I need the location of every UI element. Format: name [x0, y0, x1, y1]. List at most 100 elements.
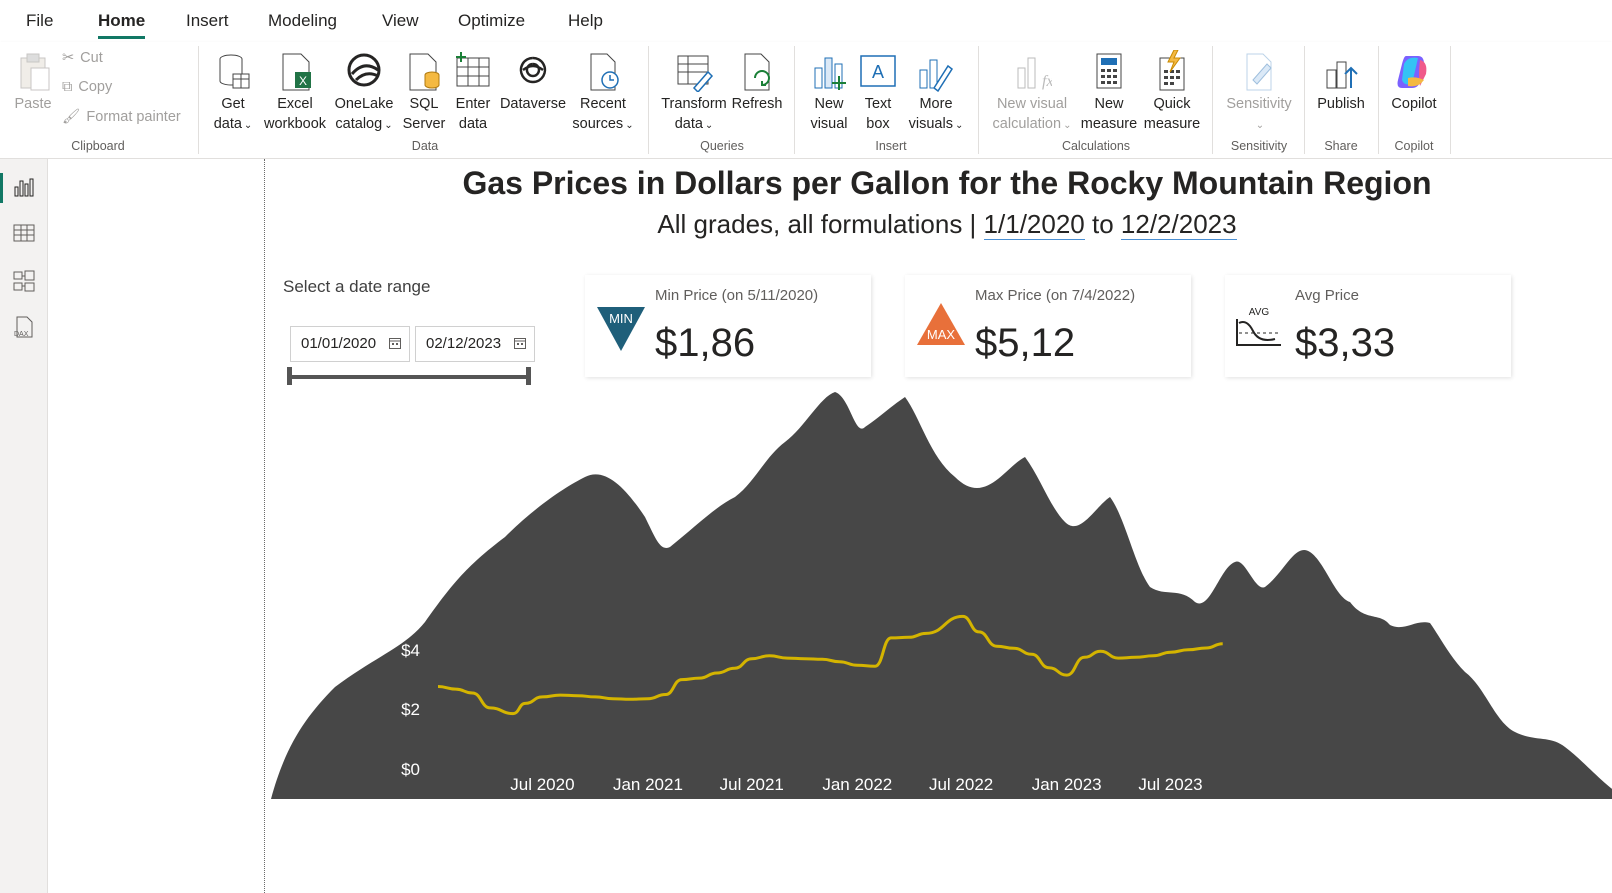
format-painter-button[interactable]: 🖌 Format painter [62, 108, 181, 126]
excel-label-1: Excel [277, 96, 313, 112]
recent-label-1: Recent [580, 96, 626, 112]
sql-server-button[interactable]: SQL Server [400, 50, 448, 134]
report-view-icon[interactable] [12, 175, 36, 199]
start-date-input[interactable]: 01/01/2020 [290, 326, 410, 362]
tab-insert[interactable]: Insert [186, 11, 229, 31]
get-data-label-2: data [213, 116, 242, 132]
onelake-label-2: catalog [335, 116, 383, 132]
min-price-card[interactable]: MIN Min Price (on 5/11/2020) $1,86 [585, 275, 871, 377]
tab-optimize[interactable]: Optimize [458, 11, 525, 31]
new-measure-button[interactable]: New measure [1080, 50, 1138, 134]
report-title: Gas Prices in Dollars per Gallon for the… [462, 165, 1432, 201]
sensitivity-label: Sensitivity [1226, 96, 1292, 112]
group-insert: Insert [875, 139, 907, 153]
tab-home[interactable]: Home [98, 11, 146, 39]
date-range-track[interactable] [289, 375, 529, 379]
tab-view[interactable]: View [382, 11, 419, 31]
ribbon: Paste ✂ Cut ⧉ Copy 🖌 Format painter Clipboa… [0, 42, 1612, 159]
avg-curve-icon: AVG [1236, 307, 1281, 346]
separator [1450, 46, 1451, 154]
refresh-button[interactable]: Refresh [730, 50, 784, 114]
svg-text:MIN: MIN [609, 311, 633, 326]
table-view-icon[interactable] [12, 221, 36, 245]
dataverse-button[interactable]: Dataverse [498, 50, 568, 114]
report-page: Gas Prices in Dollars per Gallon for the… [264, 159, 1612, 893]
avg-price-label: Avg Price [1295, 287, 1359, 304]
end-date-input[interactable]: 02/12/2023 [415, 326, 535, 362]
subtitle-to: to [1084, 209, 1121, 239]
range-end-handle[interactable] [526, 367, 531, 385]
more-visuals-button[interactable]: More visuals ⌄ [904, 50, 968, 136]
calendar-icon[interactable] [389, 337, 401, 349]
svg-text:fx: fx [1042, 73, 1052, 90]
copilot-icon [1397, 56, 1427, 88]
copy-button[interactable]: ⧉ Copy [62, 79, 112, 95]
avg-price-card[interactable]: AVG Avg Price $3,33 [1225, 275, 1511, 377]
refresh-label: Refresh [731, 96, 783, 112]
range-start-handle[interactable] [287, 367, 292, 385]
get-data-button[interactable]: Get data ⌄ [208, 50, 258, 136]
copy-icon: ⧉ [62, 79, 73, 95]
model-view-icon[interactable] [12, 269, 36, 293]
y-tick-label: $2 [401, 700, 420, 719]
text-box-button[interactable]: A Text box [856, 50, 900, 134]
chevron-down-icon: ⌄ [625, 120, 634, 131]
svg-text:AVG: AVG [1249, 307, 1270, 318]
excel-label-2: workbook [263, 116, 327, 132]
more-visuals-label-2: visuals [908, 116, 953, 132]
new-visual-label-1: New [814, 96, 844, 112]
transform-data-icon [677, 55, 714, 92]
gas-price-chart[interactable]: $4$2$0 Jul 2020 Jan 2021 Jul 2021 Jan 2022 J… [265, 387, 1612, 807]
onelake-catalog-button[interactable]: OneLake catalog ⌄ [332, 50, 396, 136]
svg-text:X: X [299, 74, 307, 88]
copy-label: Copy [78, 79, 113, 95]
group-calculations: Calculations [1061, 139, 1131, 153]
chevron-down-icon: ⌄ [243, 120, 253, 131]
tab-modeling[interactable]: Modeling [268, 11, 337, 31]
group-sensitivity: Sensitivity [1230, 139, 1288, 153]
report-subtitle: All grades, all formulations | 1/1/2020 … [265, 209, 1612, 240]
excel-workbook-button[interactable]: X Excel workbook [262, 50, 328, 134]
max-triangle-icon: MAX [917, 303, 965, 345]
new-measure-label-2: measure [1080, 116, 1138, 132]
sql-label-2: Server [402, 116, 446, 132]
sql-label-1: SQL [409, 96, 439, 112]
copilot-button[interactable]: Copilot [1386, 50, 1442, 114]
transform-data-button[interactable]: Transform data ⌄ [658, 50, 730, 136]
active-view-indicator [0, 173, 3, 203]
price-area-shape [271, 392, 1612, 799]
x-tick-label: Jan 2021 [613, 775, 683, 794]
max-price-label: Max Price (on 7/4/2022) [975, 287, 1136, 304]
new-visual-calc-label-1: New visual [996, 96, 1068, 112]
quick-measure-button[interactable]: Quick measure [1140, 50, 1204, 134]
tab-help[interactable]: Help [568, 11, 603, 31]
x-tick-label: Jul 2023 [1138, 775, 1202, 794]
dax-query-view-icon[interactable]: DAX [12, 315, 36, 339]
max-price-card[interactable]: MAX Max Price (on 7/4/2022) $5,12 [905, 275, 1191, 377]
cut-button[interactable]: ✂ Cut [62, 50, 103, 66]
enter-data-button[interactable]: Enter data [450, 50, 496, 134]
sensitivity-button[interactable]: Sensitivity ⌄ [1220, 50, 1298, 136]
recent-label-2: sources [572, 116, 624, 132]
transform-label-1: Transform [661, 96, 727, 112]
refresh-icon [744, 53, 770, 91]
paste-button[interactable]: Paste [10, 50, 56, 114]
min-price-value: $1,86 [655, 321, 756, 365]
min-triangle-icon: MIN [597, 307, 645, 351]
chevron-down-icon: ⌄ [1255, 120, 1265, 131]
excel-icon: X [282, 53, 311, 91]
new-visual-button[interactable]: New visual [806, 50, 852, 134]
calendar-icon[interactable] [514, 337, 526, 349]
group-queries: Queries [700, 139, 744, 153]
recent-sources-button[interactable]: Recent sources ⌄ [570, 50, 636, 136]
new-visual-calculation-button[interactable]: fx New visual calculation⌄ [988, 50, 1076, 136]
publish-button[interactable]: Publish [1312, 50, 1370, 114]
enter-data-label-2: data [458, 116, 488, 132]
quick-measure-label-1: Quick [1153, 96, 1191, 112]
end-date-value: 02/12/2023 [426, 335, 502, 352]
x-tick-label: Jul 2020 [510, 775, 574, 794]
x-axis-ticks: Jul 2020 Jan 2021 Jul 2021 Jan 2022 Jul 2022… [510, 775, 1202, 794]
x-tick-label: Jul 2022 [929, 775, 993, 794]
tab-file[interactable]: File [26, 11, 53, 31]
chevron-down-icon: ⌄ [704, 120, 714, 131]
